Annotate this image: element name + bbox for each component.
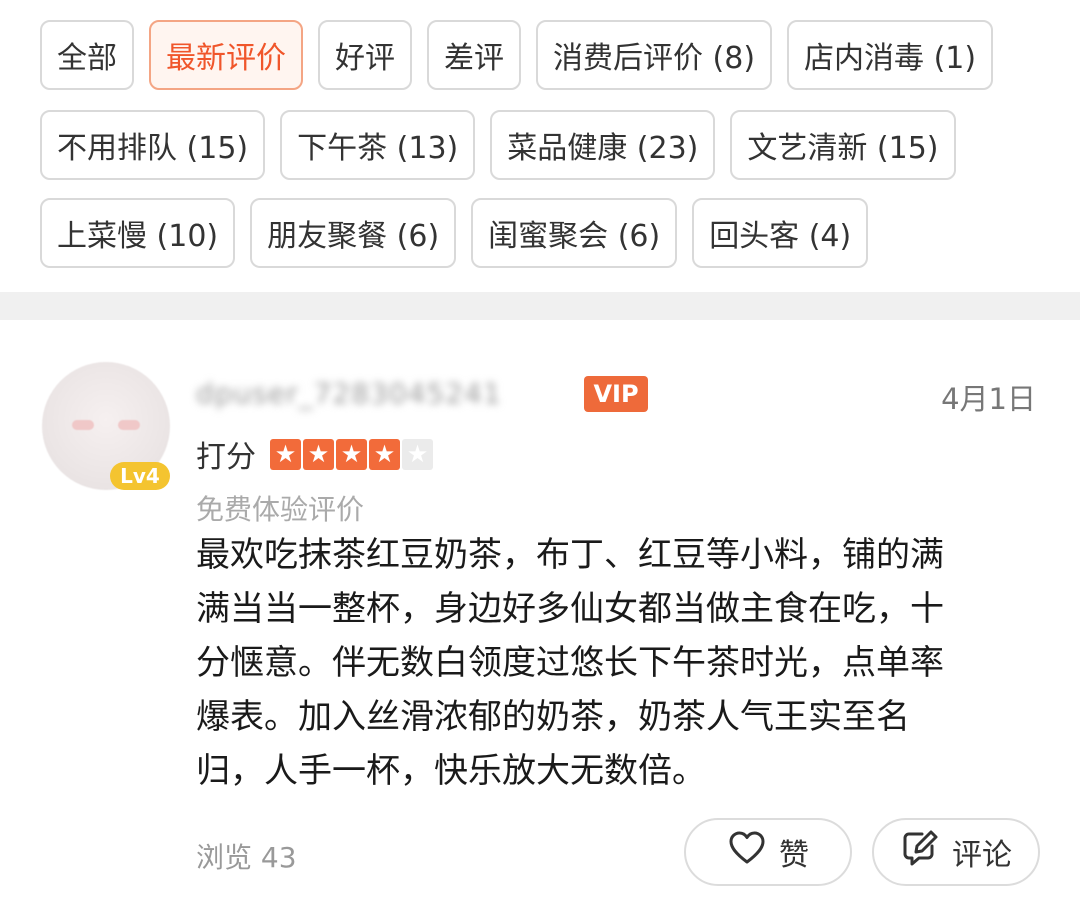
star-icon: ★ xyxy=(369,438,400,470)
comment-label: 评论 xyxy=(952,838,1012,873)
tag-healthy-dishes[interactable]: 菜品健康 (23) xyxy=(490,110,716,180)
review-line: 最欢吃抹茶红豆奶茶，布丁、红豆等小料，铺的满 xyxy=(196,535,944,575)
tag-slow-serving[interactable]: 上菜慢 (10) xyxy=(40,198,236,268)
heart-icon xyxy=(727,828,767,876)
review-line: 分惬意。伴无数白领度过悠长下午茶时光，点单率 xyxy=(196,643,944,683)
tag-positive[interactable]: 好评 xyxy=(318,20,412,90)
review-tag-filter: 全部 最新评价 好评 差评 消费后评价 (8) 店内消毒 (1) 不用排队 (1… xyxy=(0,0,1080,292)
tag-afternoon-tea[interactable]: 下午茶 (13) xyxy=(280,110,476,180)
tag-artsy[interactable]: 文艺清新 (15) xyxy=(730,110,956,180)
tag-no-queue[interactable]: 不用排队 (15) xyxy=(40,110,266,180)
like-label: 赞 xyxy=(779,838,809,873)
review-text[interactable]: 最欢吃抹茶红豆奶茶，布丁、红豆等小料，铺的满 满当当一整杯，身边好多仙女都当做主… xyxy=(196,528,1026,798)
tag-row: 全部 最新评价 好评 差评 消费后评价 (8) 店内消毒 (1) xyxy=(40,20,994,90)
comment-button[interactable]: 评论 xyxy=(872,818,1040,886)
tag-disinfection[interactable]: 店内消毒 (1) xyxy=(787,20,994,90)
star-rating: ★ ★ ★ ★ ★ xyxy=(270,438,433,470)
vip-badge: VIP xyxy=(584,376,648,412)
tag-returning-customer[interactable]: 回头客 (4) xyxy=(692,198,869,268)
tag-latest[interactable]: 最新评价 xyxy=(149,20,303,90)
username[interactable]: dpuser_7283045241 xyxy=(196,377,502,410)
section-divider xyxy=(0,292,1080,320)
review-line: 满当当一整杯，身边好多仙女都当做主食在吃，十 xyxy=(196,589,944,629)
tag-friends-dining[interactable]: 朋友聚餐 (6) xyxy=(250,198,457,268)
review-type-label: 免费体验评价 xyxy=(196,493,365,526)
tag-row: 不用排队 (15) 下午茶 (13) 菜品健康 (23) 文艺清新 (15) xyxy=(40,110,956,180)
like-button[interactable]: 赞 xyxy=(684,818,852,886)
tag-row: 上菜慢 (10) 朋友聚餐 (6) 闺蜜聚会 (6) 回头客 (4) xyxy=(40,198,869,268)
star-icon: ★ xyxy=(270,438,301,470)
review-line: 归，人手一杯，快乐放大无数倍。 xyxy=(196,751,706,791)
tag-all[interactable]: 全部 xyxy=(40,20,134,90)
tag-after-purchase[interactable]: 消费后评价 (8) xyxy=(536,20,773,90)
star-icon: ★ xyxy=(336,438,367,470)
review-date: 4月1日 xyxy=(941,382,1036,416)
avatar-eye xyxy=(118,420,140,430)
rating-label: 打分 xyxy=(196,440,256,475)
star-icon: ★ xyxy=(402,438,433,470)
comment-edit-icon xyxy=(900,828,940,876)
review-line: 爆表。加入丝滑浓郁的奶茶，奶茶人气王实至名 xyxy=(196,697,910,737)
tag-bestie-gathering[interactable]: 闺蜜聚会 (6) xyxy=(471,198,678,268)
rating-row: 打分 ★ ★ ★ ★ ★ xyxy=(196,432,433,476)
user-level-badge: Lv4 xyxy=(110,462,170,490)
avatar-eye xyxy=(72,420,94,430)
view-count: 浏览 43 xyxy=(196,841,297,874)
star-icon: ★ xyxy=(303,438,334,470)
tag-negative[interactable]: 差评 xyxy=(427,20,521,90)
